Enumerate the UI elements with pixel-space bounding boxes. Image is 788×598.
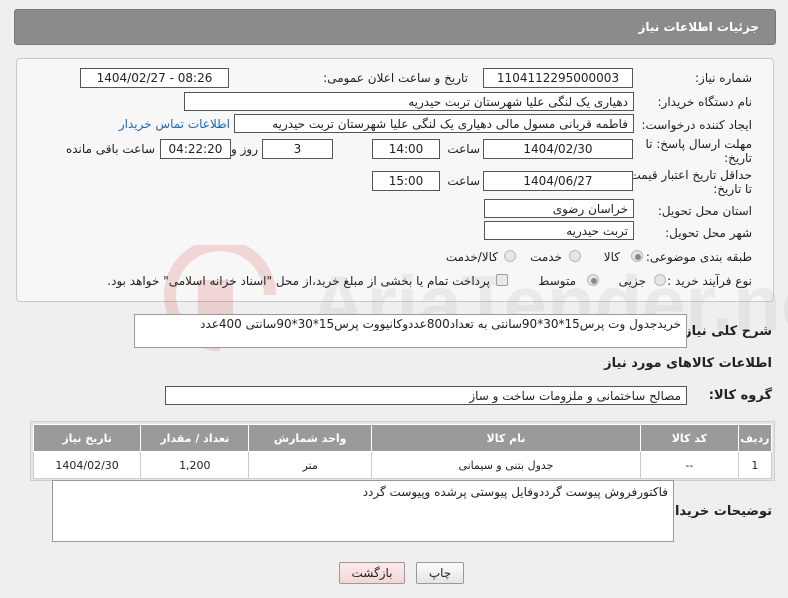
back-button[interactable]: بازگشت xyxy=(339,562,405,584)
days-field: 3 xyxy=(262,139,333,159)
page-header: جزئیات اطلاعات نیاز xyxy=(14,9,776,45)
remaining-time-field: 04:22:20 xyxy=(160,139,231,159)
category-option-goods: کالا xyxy=(603,250,620,264)
col-header-item-name: نام کالا xyxy=(371,424,641,452)
announce-label: تاریخ و ساعت اعلان عمومی: xyxy=(323,71,468,85)
process-radio-minor[interactable] xyxy=(654,274,666,286)
province-label: استان محل تحویل: xyxy=(657,204,752,218)
cell-quantity: 1,200 xyxy=(140,451,250,479)
deadline-label: مهلت ارسال پاسخ: تا xyxy=(645,137,752,151)
cell-item-code: -- xyxy=(639,451,739,479)
deadline-label-2: تاریخ: xyxy=(724,151,752,165)
cell-item-name: جدول بتنی و سیمانی xyxy=(371,451,641,479)
validity-time-label: ساعت xyxy=(447,174,480,188)
validity-date-field: 1404/06/27 xyxy=(483,171,633,191)
description-label: شرح کلی نیاز: xyxy=(678,324,772,339)
process-option-medium: متوسط xyxy=(538,274,576,288)
page-title: جزئیات اطلاعات نیاز xyxy=(638,20,759,34)
col-header-need-date: تاریخ نیاز xyxy=(32,424,142,452)
category-radio-goods-service[interactable] xyxy=(504,250,516,262)
col-header-quantity: تعداد / مقدار xyxy=(140,424,250,452)
deadline-date-field: 1404/02/30 xyxy=(483,139,633,159)
cell-need-date: 1404/02/30 xyxy=(32,451,142,479)
need-number-label: شماره نیاز: xyxy=(695,71,752,85)
items-table-container: ردیف کد کالا نام کالا واحد شمارش تعداد /… xyxy=(30,421,775,481)
need-number-field: 1104112295000003 xyxy=(483,68,633,88)
goods-group-field: مصالح ساختمانی و ملزومات ساخت و ساز xyxy=(165,386,687,405)
city-label: شهر محل تحویل: xyxy=(665,226,752,240)
city-field: تربت حیدریه xyxy=(484,221,634,240)
treasury-note: پرداخت تمام یا بخشی از مبلغ خرید،از محل … xyxy=(107,274,490,288)
deadline-time-label: ساعت xyxy=(447,142,480,156)
process-label: نوع فرآیند خرید : xyxy=(667,274,752,288)
validity-label-2: تا تاریخ: xyxy=(713,182,752,196)
process-radio-medium[interactable] xyxy=(587,274,599,286)
items-table: ردیف کد کالا نام کالا واحد شمارش تعداد /… xyxy=(32,424,773,479)
goods-section-title: اطلاعات کالاهای مورد نیاز xyxy=(604,356,772,371)
category-label: طبقه بندی موضوعی: xyxy=(645,250,752,264)
col-header-unit: واحد شمارش xyxy=(248,424,373,452)
description-field: خریدجدول وت پرس15*30*90سانتی به تعداد800… xyxy=(134,314,687,348)
creator-label: ایجاد کننده درخواست: xyxy=(641,118,752,132)
category-option-service: خدمت xyxy=(530,250,562,264)
contact-info-link[interactable]: اطلاعات تماس خریدار xyxy=(119,117,230,131)
process-option-minor: جزیی xyxy=(618,274,646,288)
print-button[interactable]: چاپ xyxy=(416,562,464,584)
remaining-label: ساعت باقی مانده xyxy=(65,142,155,156)
validity-label: حداقل تاریخ اعتبار قیمت: xyxy=(625,168,752,182)
buyer-notes-label: توضیحات خریدار: xyxy=(662,504,772,519)
buyer-org-label: نام دستگاه خریدار: xyxy=(657,95,753,109)
cell-row-number: 1 xyxy=(737,451,773,479)
category-option-goods-service: کالا/خدمت xyxy=(445,250,498,264)
category-radio-service[interactable] xyxy=(569,250,581,262)
table-row: 1 -- جدول بتنی و سیمانی متر 1,200 1404/0… xyxy=(32,451,773,479)
goods-group-label: گروه کالا: xyxy=(708,388,772,403)
col-header-row-number: ردیف xyxy=(737,424,773,452)
validity-time-field: 15:00 xyxy=(372,171,440,191)
deadline-time-field: 14:00 xyxy=(372,139,440,159)
items-table-header-row: ردیف کد کالا نام کالا واحد شمارش تعداد /… xyxy=(32,424,773,452)
cell-unit: متر xyxy=(248,451,373,479)
province-field: خراسان رضوی xyxy=(484,199,634,218)
days-label: روز و xyxy=(231,142,258,156)
creator-field: فاطمه قربانی مسول مالی دهیاری یک لنگی عل… xyxy=(234,114,634,133)
announce-field: 1404/02/27 - 08:26 xyxy=(80,68,229,88)
category-radio-goods[interactable] xyxy=(631,250,643,262)
buyer-org-field: دهیاری یک لنگی علیا شهرستان تربت حیدریه xyxy=(184,92,634,111)
col-header-item-code: کد کالا xyxy=(639,424,739,452)
buyer-notes-field: فاکتورفروش پیوست گرددوفایل پیوستی پرشده … xyxy=(52,480,674,542)
treasury-checkbox[interactable] xyxy=(496,274,508,286)
